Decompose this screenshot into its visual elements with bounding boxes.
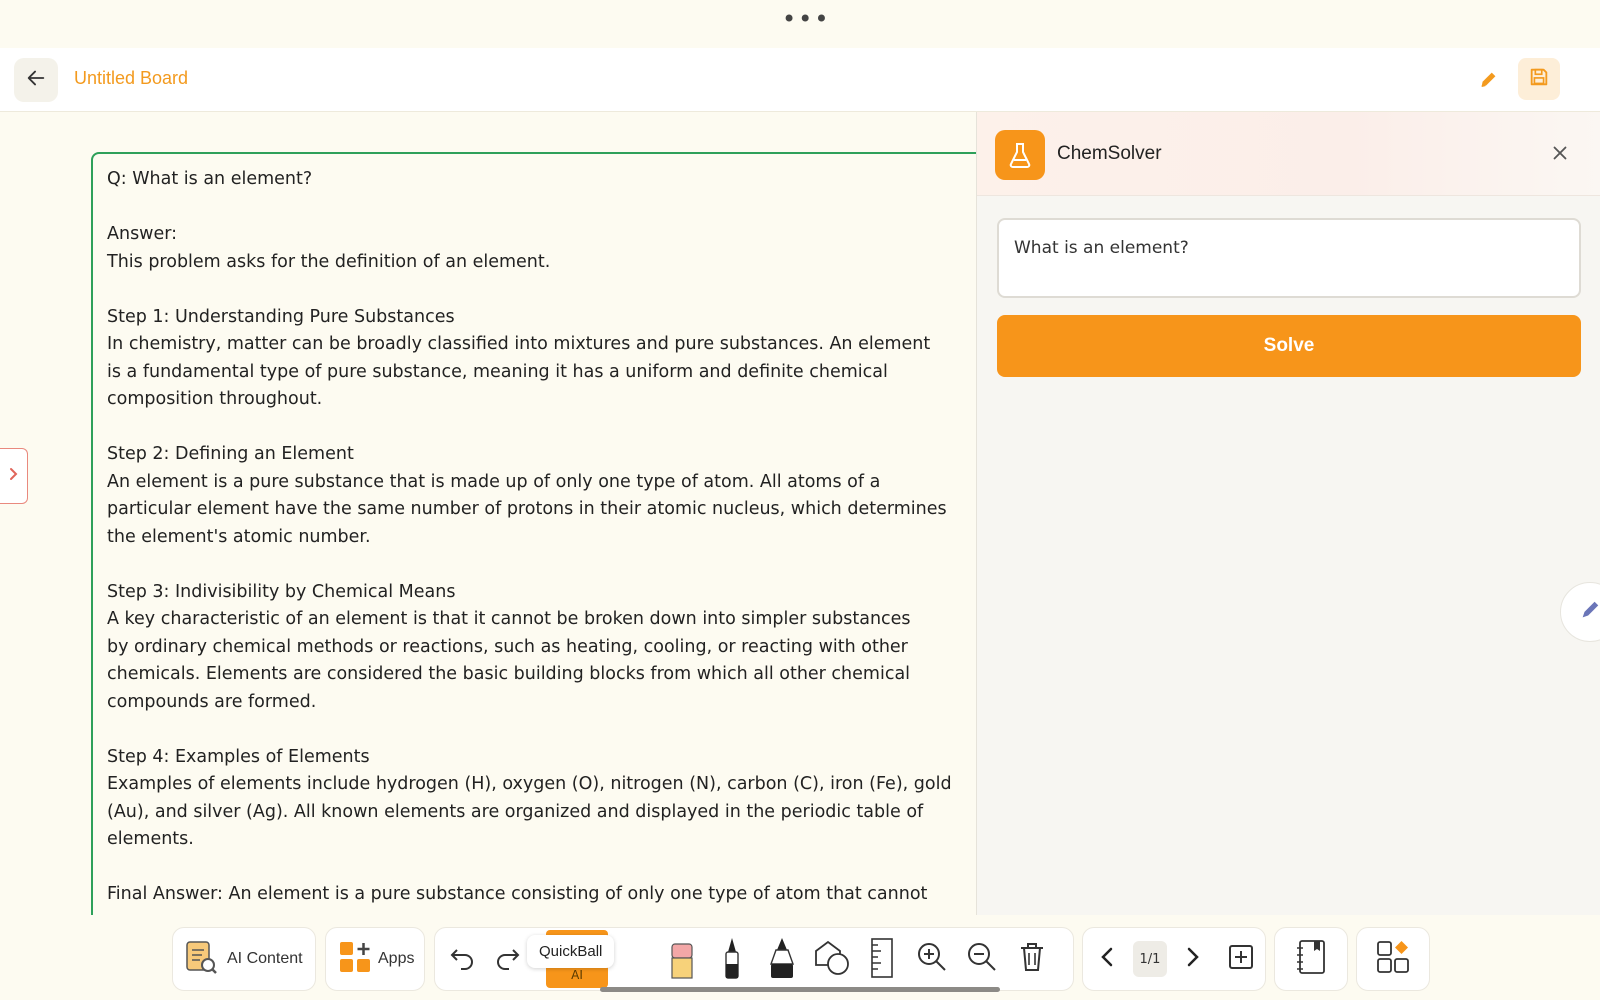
- shapes-button[interactable]: [807, 928, 857, 990]
- answer-card[interactable]: Q: What is an element? Answer: This prob…: [91, 152, 976, 915]
- arrow-left-icon: [25, 67, 47, 93]
- save-icon: [1528, 66, 1550, 92]
- zoom-in-button[interactable]: [907, 928, 957, 990]
- ruler-button[interactable]: [857, 928, 907, 990]
- delete-button[interactable]: [1007, 928, 1057, 990]
- chevron-left-icon: [1098, 945, 1118, 973]
- prev-page-button[interactable]: [1083, 928, 1133, 990]
- apps-label: Apps: [378, 950, 415, 967]
- page-navigator: 1/1: [1082, 927, 1266, 991]
- chevron-right-icon: [1182, 945, 1202, 973]
- notebook-button[interactable]: [1274, 927, 1348, 991]
- next-page-button[interactable]: [1167, 928, 1217, 990]
- sidebar-expand-button[interactable]: [0, 448, 28, 504]
- ai-content-button[interactable]: AI Content: [172, 927, 316, 991]
- pencil-icon: [1478, 72, 1500, 94]
- panel-header: ChemSolver: [977, 112, 1600, 196]
- eraser-icon: [667, 934, 697, 984]
- apps-button[interactable]: Apps: [325, 927, 425, 991]
- pen-icon: [1579, 599, 1600, 625]
- zoom-in-icon: [916, 941, 948, 977]
- rename-button[interactable]: [1478, 68, 1502, 92]
- ruler-icon: [866, 935, 898, 983]
- zoom-out-button[interactable]: [957, 928, 1007, 990]
- trash-icon: [1018, 941, 1046, 977]
- solve-button[interactable]: Solve: [997, 315, 1581, 377]
- notebook-icon: [1294, 938, 1328, 980]
- zoom-out-icon: [966, 941, 998, 977]
- ai-content-label: AI Content: [227, 950, 303, 967]
- board-title[interactable]: Untitled Board: [74, 68, 188, 89]
- layout-grid-icon: [1375, 939, 1411, 979]
- quickball-tooltip: QuickBall: [527, 935, 615, 968]
- layout-button[interactable]: [1356, 927, 1430, 991]
- more-options-icon[interactable]: •••: [782, 7, 830, 31]
- flask-icon: [995, 130, 1045, 180]
- chevron-right-icon: [8, 466, 20, 486]
- plus-square-icon: [1227, 943, 1255, 975]
- panel-title: ChemSolver: [1057, 143, 1162, 164]
- app-bar: Untitled Board: [0, 48, 1600, 112]
- home-indicator: [600, 987, 1000, 992]
- question-input[interactable]: What is an element?: [997, 218, 1581, 298]
- chemsolver-panel: ChemSolver What is an element? Solve: [976, 112, 1600, 915]
- add-page-button[interactable]: [1217, 928, 1265, 990]
- ai-content-wrap: AI Content: [173, 928, 303, 990]
- undo-button[interactable]: [441, 928, 485, 990]
- redo-icon: [492, 942, 522, 976]
- apps-wrap: Apps: [326, 928, 414, 990]
- marker-button[interactable]: [757, 928, 807, 990]
- pen-tool-button[interactable]: [707, 928, 757, 990]
- redo-button[interactable]: [485, 928, 529, 990]
- save-button[interactable]: [1518, 58, 1560, 100]
- shapes-icon: [812, 937, 852, 981]
- undo-icon: [448, 942, 478, 976]
- ai-content-icon: [181, 937, 221, 981]
- page-indicator[interactable]: 1/1: [1133, 941, 1167, 977]
- pen-tool-icon: [717, 934, 747, 984]
- marker-icon: [765, 934, 799, 984]
- back-button[interactable]: [14, 58, 58, 102]
- close-icon: [1549, 146, 1571, 168]
- close-button[interactable]: [1549, 142, 1573, 166]
- apps-grid-icon: [338, 940, 372, 978]
- eraser-button[interactable]: [657, 928, 707, 990]
- answer-text: Q: What is an element? Answer: This prob…: [107, 169, 952, 904]
